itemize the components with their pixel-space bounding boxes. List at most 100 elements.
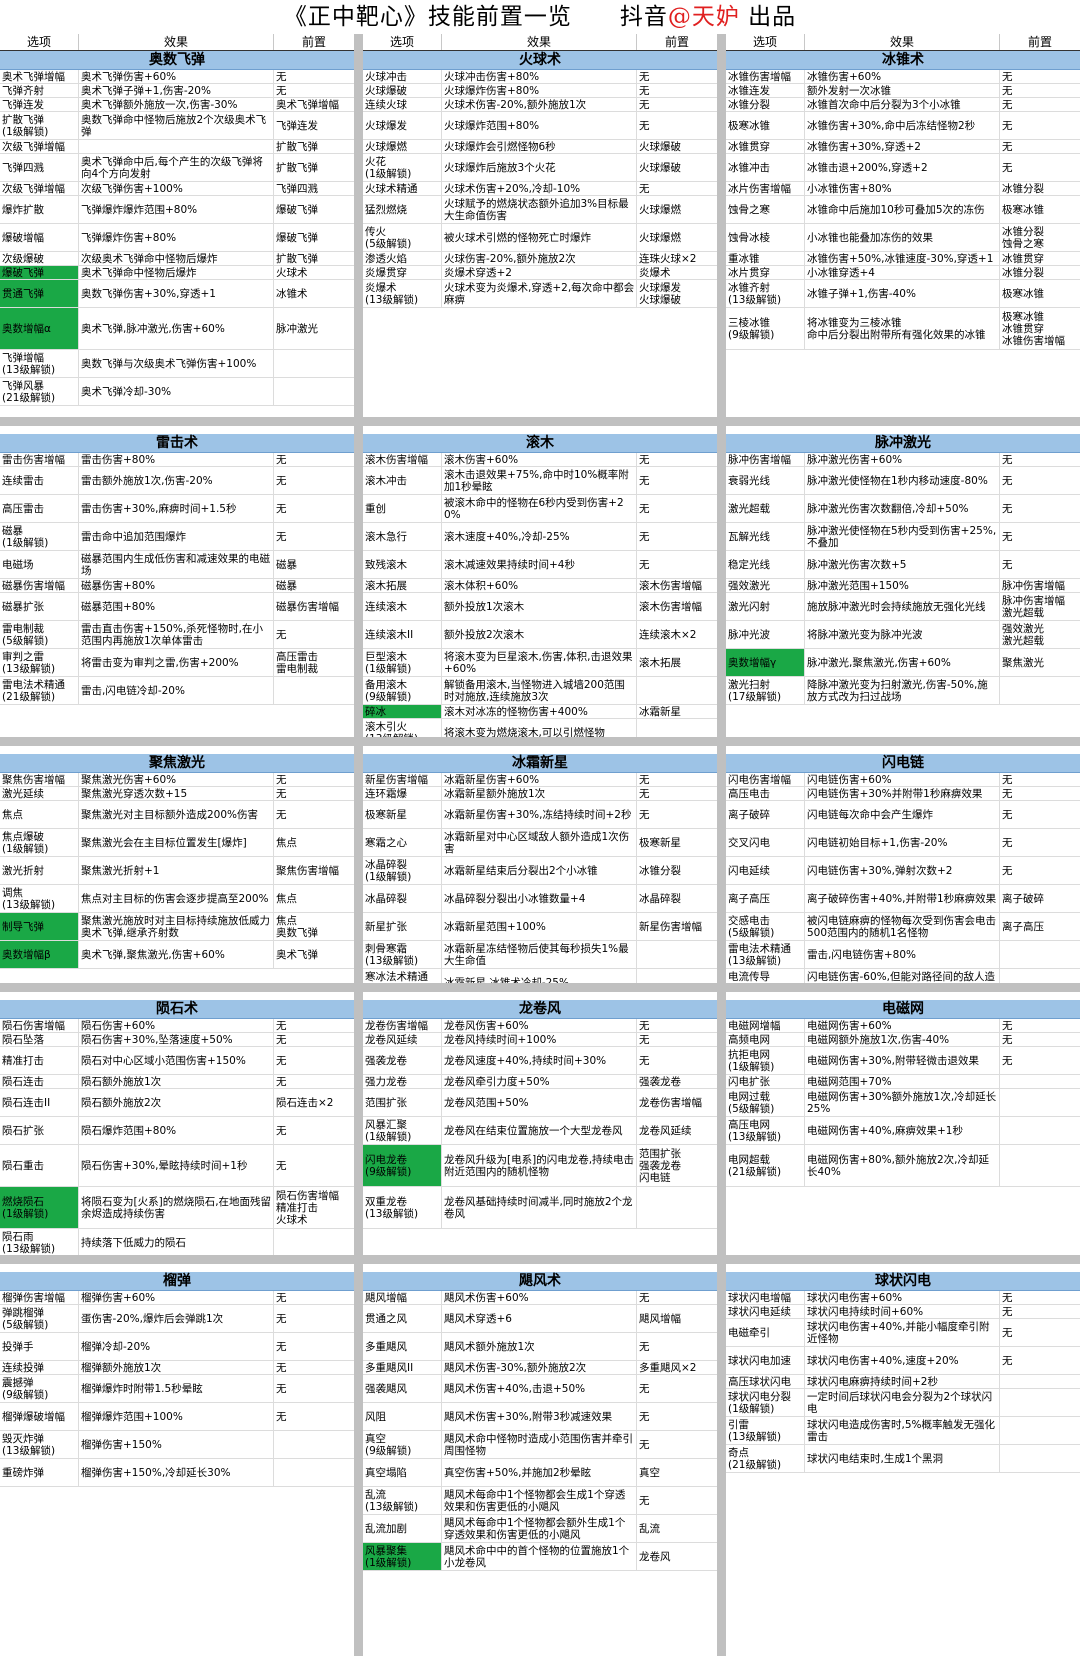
section-title: 奥数飞弹 bbox=[0, 51, 354, 70]
skill-option: 制导飞弹 bbox=[0, 913, 79, 940]
skill-effect: 将滚木变为燃烧滚木,可以引燃怪物 bbox=[442, 719, 637, 737]
skill-effect: 脉冲激光伤害+60% bbox=[805, 453, 1000, 466]
section-separator bbox=[363, 983, 717, 992]
skill-effect: 闪电链每次命中会产生爆炸 bbox=[805, 801, 1000, 828]
skill-option: 陨石连击II bbox=[0, 1089, 79, 1116]
skill-effect: 电磁网额外施放1次,伤害-40% bbox=[805, 1033, 1000, 1046]
page-title: 《正中靶心》技能前置一览 抖音@天妒 出品 bbox=[0, 0, 1080, 34]
skill-effect: 飓风术穿透+6 bbox=[442, 1305, 637, 1332]
skill-effect: 聚焦激光对主目标额外造成200%伤害 bbox=[79, 801, 274, 828]
skill-row: 龙卷伤害增幅 龙卷风伤害+60% 无 bbox=[363, 1019, 717, 1033]
skill-effect: 一定时间后球状闪电会分裂为2个球状闪电 bbox=[805, 1389, 1000, 1416]
skill-effect: 火球爆炸范围+80% bbox=[442, 112, 637, 139]
skill-option: 激光扫射 (17级解锁) bbox=[726, 677, 805, 704]
skill-option: 滚木拓展 bbox=[363, 579, 442, 592]
skill-option: 冰锥分裂 bbox=[726, 98, 805, 111]
skill-option: 次级飞弹增幅 bbox=[0, 140, 79, 153]
skill-option: 龙卷风延续 bbox=[363, 1033, 442, 1046]
skill-prereq bbox=[1000, 941, 1080, 968]
skill-prereq: 冰锥分裂 bbox=[1002, 183, 1044, 195]
skill-row: 审判之雷 (13级解锁) 将雷击变为审判之雷,伤害+200% 高压雷击 雷电制裁 bbox=[0, 649, 354, 677]
skill-prereq: 冰霜新星 bbox=[639, 706, 681, 718]
skill-effect: 闪电链初始目标+1,伤害-20% bbox=[805, 829, 1000, 856]
skill-effect: 火球爆炸会引燃怪物6秒 bbox=[442, 140, 637, 153]
skill-row: 风暴聚集 (1级解锁) 飓风术命中中的首个怪物的位置施放1个小龙卷风 龙卷风 bbox=[363, 1543, 717, 1571]
skill-option: 弹跳榴弹 (5级解锁) bbox=[0, 1305, 79, 1332]
skill-row: 电磁牵引 球状闪电伤害+40%,并能小幅度牵引附近怪物无 bbox=[726, 1319, 1080, 1347]
skill-prereq: 无 bbox=[639, 71, 650, 83]
header-effect: 效果 bbox=[79, 34, 274, 50]
skill-option: 炎爆贯穿 bbox=[363, 266, 442, 279]
skill-option: 陨石坠落 bbox=[0, 1033, 79, 1046]
skill-option: 风暴汇聚 (1级解锁) bbox=[363, 1117, 442, 1144]
skill-prereq: 无 bbox=[1002, 809, 1013, 821]
skill-prereq: 多重飓风×2 bbox=[639, 1362, 697, 1374]
skill-effect: 电磁网伤害+40%,麻痹效果+1秒 bbox=[805, 1117, 1000, 1144]
skill-row: 火球冲击 火球冲击伤害+80% 无 bbox=[363, 70, 717, 84]
skill-effect: 冰霜新星伤害+30%,冻结持续时间+2秒 bbox=[442, 801, 637, 828]
skill-option: 重冰锥 bbox=[726, 252, 805, 265]
section-title: 飓风术 bbox=[363, 1272, 717, 1291]
skill-prereq: 无 bbox=[276, 454, 287, 466]
skill-option: 强力龙卷 bbox=[363, 1075, 442, 1088]
skill-prereq bbox=[274, 1459, 354, 1486]
skill-row: 焦点爆破 (1级解锁) 聚焦激光会在主目标位置发生[爆炸] 焦点 bbox=[0, 829, 354, 857]
skill-prereq: 极寒冰锥 冰锥贯穿 冰锥伤害增幅 bbox=[1002, 311, 1065, 347]
skill-row: 陨石连击 陨石额外施放1次无 bbox=[0, 1075, 354, 1089]
skill-prereq: 无 bbox=[1002, 71, 1013, 83]
skill-option: 连续投弹 bbox=[0, 1361, 79, 1374]
skill-option: 毁灭炸弹 (13级解锁) bbox=[0, 1431, 79, 1458]
skill-row: 陨石连击II 陨石额外施放2次 陨石连击×2 bbox=[0, 1089, 354, 1117]
skill-effect: 将陨石变为[火系]的燃烧陨石,在地面残留余烬造成持续伤害 bbox=[79, 1187, 274, 1228]
skill-effect: 陨石伤害+60% bbox=[79, 1019, 274, 1032]
skill-row: 三棱冰锥 (9级解锁) 将冰锥变为三棱冰锥 命中后分裂出附带所有强化效果的冰锥 极寒… bbox=[726, 308, 1080, 350]
skill-prereq: 无 bbox=[1002, 531, 1013, 543]
skill-row: 榴弹伤害增幅 榴弹伤害+60% 无 bbox=[0, 1291, 354, 1305]
skill-effect: 电磁网伤害+60% bbox=[805, 1019, 1000, 1032]
skill-row: 次级飞弹增幅 次级飞弹伤害+100% 飞弹四溅 bbox=[0, 182, 354, 196]
skill-prereq bbox=[1000, 1145, 1080, 1186]
skill-option: 蚀骨冰棱 bbox=[726, 224, 805, 251]
skill-effect: 火球爆炸伤害+80% bbox=[442, 84, 637, 97]
skill-row: 雷电法术精通 (21级解锁) 雷击,闪电链冷却-20% bbox=[0, 677, 354, 705]
skill-prereq: 磁暴 bbox=[276, 559, 297, 571]
skill-effect: 火球冲击伤害+80% bbox=[442, 70, 637, 83]
skill-option: 磁暴伤害增幅 bbox=[0, 579, 79, 592]
skill-effect: 额外发射一次冰锥 bbox=[805, 84, 1000, 97]
skill-option: 重创 bbox=[363, 495, 442, 522]
skill-prereq: 无 bbox=[639, 99, 650, 111]
skill-effect: 飞弹爆炸爆炸范围+80% bbox=[79, 196, 274, 223]
skill-option: 飞弹增幅 (13级解锁) bbox=[0, 350, 79, 377]
section-title: 榴弹 bbox=[0, 1272, 354, 1291]
skill-effect: 冰锥伤害+30%,穿透+2 bbox=[805, 140, 1000, 153]
section-separator bbox=[363, 417, 717, 426]
skill-row: 火球爆发 火球爆炸范围+80% 无 bbox=[363, 112, 717, 140]
skill-effect: 球状闪电造成伤害时,5%概率触发无强化雷击 bbox=[805, 1417, 1000, 1444]
skill-section: 冰锥术 冰锥伤害增幅 冰锥伤害+60% 无冰锥连发 额外发射一次冰锥无冰锥分裂 冰锥首次命… bbox=[726, 51, 1080, 417]
skill-effect: 飓风术额外施放1次 bbox=[442, 1333, 637, 1360]
skill-effect: 奥术飞弹命中怪物后爆炸 bbox=[79, 266, 274, 279]
skill-prereq: 无 bbox=[1002, 1034, 1013, 1046]
skill-option: 焦点爆破 (1级解锁) bbox=[0, 829, 79, 856]
skill-row: 新星扩张 冰霜新星范围+100% 新星伤害增幅 bbox=[363, 913, 717, 941]
section-title: 陨石术 bbox=[0, 1000, 354, 1019]
skill-prereq: 扩散飞弹 bbox=[276, 253, 318, 265]
skill-option: 传火 (5级解锁) bbox=[363, 224, 442, 251]
skill-row: 炎爆贯穿 炎爆术穿透+2 炎爆术 bbox=[363, 266, 717, 280]
skill-row: 精准打击 陨石对中心区域小范围伤害+150% 无 bbox=[0, 1047, 354, 1075]
skill-option: 雷电法术精通 (21级解锁) bbox=[0, 677, 79, 704]
section-title: 闪电链 bbox=[726, 754, 1080, 773]
skill-option: 激光折射 bbox=[0, 857, 79, 884]
skill-option: 雷击伤害增幅 bbox=[0, 453, 79, 466]
skill-row: 高压电网 (13级解锁) 电磁网伤害+40%,麻痹效果+1秒 bbox=[726, 1117, 1080, 1145]
skill-row: 制导飞弹 聚焦激光施放时对主目标持续施放低威力奥术飞弹,继承齐射数 焦点 奥数飞弹 bbox=[0, 913, 354, 941]
skill-effect: 飓风术每命中1个怪物都会生成1个穿透效果和伤害更低的小飓风 bbox=[442, 1487, 637, 1514]
skill-prereq: 无 bbox=[276, 1020, 287, 1032]
skill-option: 球状闪电增幅 bbox=[726, 1291, 805, 1304]
column-left: 选项 效果 前置 奥数飞弹 奥术飞弹增幅 奥术飞弹伤害+60% 无飞弹齐射 奥术飞弹子弹+1,… bbox=[0, 34, 354, 1656]
skill-row: 引雷 (13级解锁) 球状闪电造成伤害时,5%概率触发无强化雷击 bbox=[726, 1417, 1080, 1445]
skill-prereq: 无 bbox=[639, 454, 650, 466]
skill-option: 火球冲击 bbox=[363, 70, 442, 83]
section-separator bbox=[363, 737, 717, 746]
skill-effect bbox=[79, 140, 274, 153]
